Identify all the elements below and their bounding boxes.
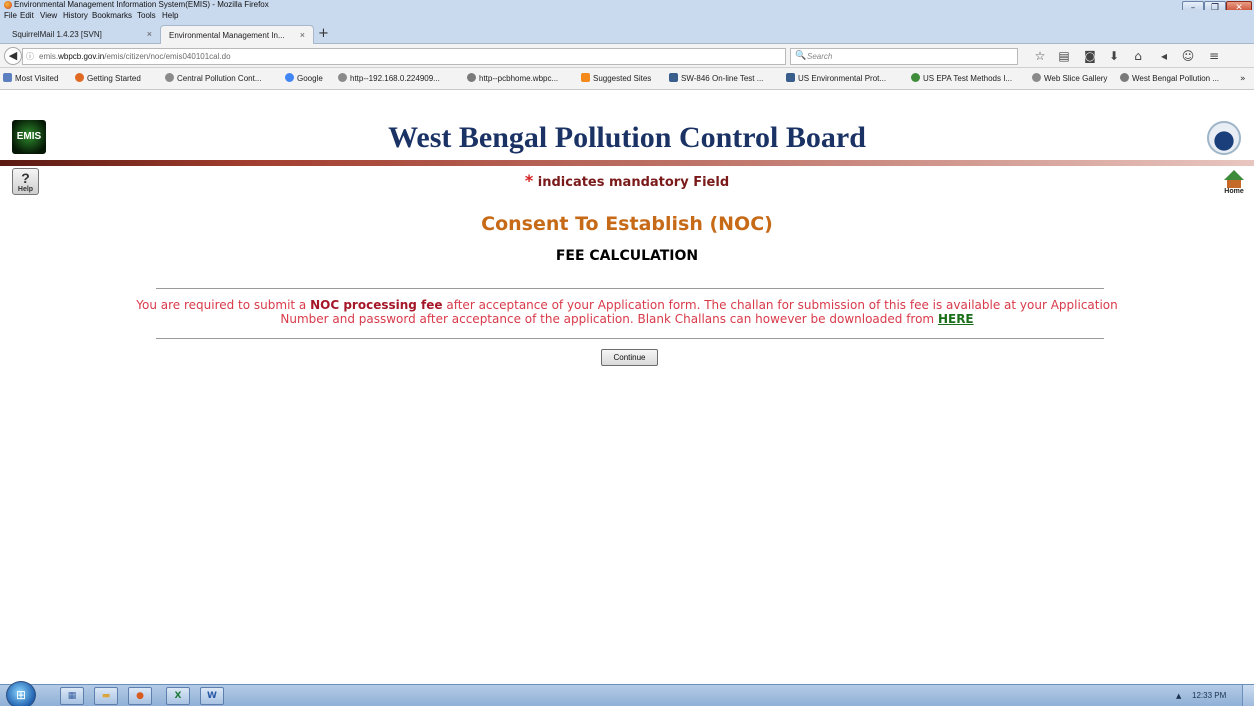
bookmark-suggested-sites[interactable]: Suggested Sites [581,68,651,90]
pocket-icon[interactable]: ◙ [1080,48,1100,65]
show-desktop-button[interactable] [1242,685,1254,706]
wbpcb-logo-icon [1207,121,1241,155]
fee-notice: You are required to submit a NOC process… [136,298,1118,326]
bookmarks-overflow-icon[interactable]: » [1240,68,1246,90]
divider-top [156,288,1104,289]
menu-edit[interactable]: Edit [20,10,34,22]
navigation-bar: ◀ ⓘ emis.wbpcb.gov.in/emis/citizen/noc/e… [0,44,1254,68]
bookmark-icon [165,73,174,82]
bookmark-us-epa-test-methods[interactable]: US EPA Test Methods I... [911,68,1012,90]
bookmark-google[interactable]: Google [285,68,323,90]
back-button[interactable]: ◀ [4,47,22,65]
close-tab-icon[interactable]: × [147,25,152,44]
excel-task[interactable]: X [166,687,190,705]
globe-icon [911,73,920,82]
windows-logo-icon: ⊞ [15,688,27,702]
mandatory-note: * indicates mandatory Field [0,172,1254,192]
bookmark-192[interactable]: http--192.168.0.224909... [338,68,440,90]
tab-label: SquirrelMail 1.4.23 [SVN] [12,30,102,39]
windows-taskbar: ⊞ ▦ ▬ ● X W ▲ 12:33 PM [0,681,1254,706]
word-task[interactable]: W [200,687,224,705]
bookmark-pcbhome[interactable]: http--pcbhome.wbpc... [467,68,558,90]
window-title: Environmental Management Information Sys… [14,0,269,9]
bookmark-us-environmental[interactable]: US Environmental Prot... [786,68,886,90]
menu-bar: File Edit View History Bookmarks Tools H… [0,10,1254,22]
bookmark-icon [338,73,347,82]
firefox-task[interactable]: ● [128,687,152,705]
bookmark-web-slice-gallery[interactable]: Web Slice Gallery [1032,68,1107,90]
bookmark-icon [3,73,12,82]
search-icon: 🔍 [795,51,807,61]
header-divider [0,160,1254,166]
download-icon[interactable]: ⬇ [1104,48,1124,65]
suggested-sites-icon [581,73,590,82]
bookmark-icon [467,73,476,82]
epa-icon [669,73,678,82]
tab-strip: SquirrelMail 1.4.23 [SVN] × Environmenta… [0,22,1254,44]
url-text: emis.wbpcb.gov.in/emis/citizen/noc/emis0… [39,52,231,61]
bookmark-central-pollution[interactable]: Central Pollution Cont... [165,68,262,90]
bookmark-sw846[interactable]: SW-846 On-line Test ... [669,68,763,90]
send-icon[interactable]: ◂ [1154,48,1174,65]
search-placeholder: Search [807,52,833,61]
tab-squirrelmail[interactable]: SquirrelMail 1.4.23 [SVN] × [4,25,160,44]
tray-expand-icon[interactable]: ▲ [1176,685,1181,706]
menu-tools[interactable]: Tools [137,10,156,22]
back-arrow-icon: ◀ [8,49,18,62]
noc-fee-emphasis: NOC processing fee [310,298,443,312]
mandatory-star: * [524,171,534,190]
tab-emis[interactable]: Environmental Management In... × [160,25,314,44]
menu-help[interactable]: Help [162,10,178,22]
firefox-logo-icon [4,1,12,9]
new-tab-button[interactable]: + [318,25,329,43]
bookmark-icon [1120,73,1129,82]
epa-icon [786,73,795,82]
chat-icon[interactable]: ☺ [1178,48,1198,65]
menu-file[interactable]: File [4,10,17,22]
url-bar[interactable]: ⓘ emis.wbpcb.gov.in/emis/citizen/noc/emi… [22,48,801,65]
close-tab-icon[interactable]: × [300,26,305,45]
subsection-title: FEE CALCULATION [555,248,699,264]
bookmark-icon [75,73,84,82]
continue-button[interactable]: Continue [601,349,658,366]
menu-bookmarks[interactable]: Bookmarks [92,10,132,22]
bookmark-most-visited[interactable]: Most Visited [3,68,58,90]
bookmark-getting-started[interactable]: Getting Started [75,68,141,90]
google-icon [285,73,294,82]
reading-list-icon[interactable]: ▤ [1054,48,1074,65]
info-icon[interactable]: ⓘ [26,49,34,64]
menu-history[interactable]: History [63,10,88,22]
bookmarks-bar: Most Visited Getting Started Central Pol… [0,68,1254,90]
search-input[interactable]: 🔍 Search [790,48,1018,65]
show-desktop-task[interactable]: ▦ [60,687,84,705]
section-title: Consent To Establish (NOC) [481,213,773,235]
start-button[interactable]: ⊞ [6,681,36,706]
bookmark-west-bengal[interactable]: West Bengal Pollution ... [1120,68,1219,90]
explorer-task[interactable]: ▬ [94,687,118,705]
page-title: West Bengal Pollution Control Board [388,121,866,154]
menu-view[interactable]: View [40,10,57,22]
divider-bottom [156,338,1104,339]
star-icon[interactable]: ☆ [1030,48,1050,65]
here-link[interactable]: HERE [938,312,974,326]
menu-icon[interactable]: ≡ [1204,48,1224,65]
tab-label: Environmental Management In... [169,31,285,40]
bookmark-icon [1032,73,1041,82]
window-titlebar: Environmental Management Information Sys… [0,0,1254,10]
mandatory-text: indicates mandatory Field [537,175,730,190]
taskbar-clock[interactable]: 12:33 PM [1192,685,1226,706]
home-icon[interactable]: ⌂ [1128,48,1148,65]
